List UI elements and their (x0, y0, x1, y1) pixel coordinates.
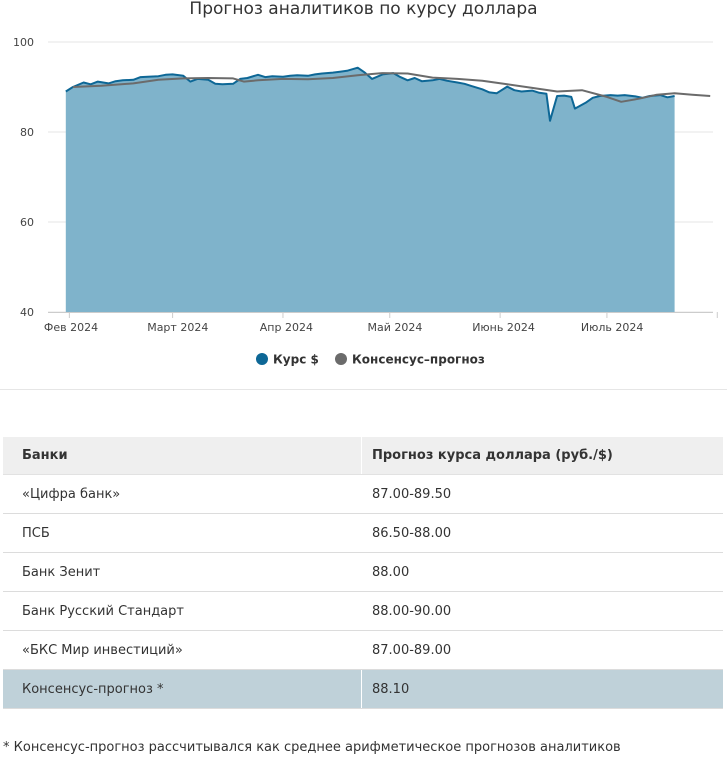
chart-svg: 40 60 80 100 Фев 2024 Март 2024 Апр 2024 Май 2… (13, 36, 718, 367)
legend-marker (335, 353, 347, 365)
legend-marker (256, 353, 268, 365)
x-tick-label: Май 2024 (368, 321, 423, 334)
table-row: Банк Зенит 88.00 (3, 552, 723, 592)
table-row: ПСБ 86.50-88.00 (3, 513, 723, 553)
bank-name: «Цифра банк» (3, 474, 362, 514)
table-row: Банк Русский Стандарт 88.00-90.00 (3, 591, 723, 631)
legend-label: Курс $ (273, 353, 319, 367)
x-tick-label: Фев 2024 (44, 321, 98, 334)
y-tick-label: 80 (20, 126, 34, 139)
bank-forecast: 87.00-89.00 (361, 630, 723, 670)
x-axis: Фев 2024 Март 2024 Апр 2024 Май 2024 Июнь 20… (44, 312, 718, 334)
bank-name: ПСБ (3, 513, 362, 553)
table-header-row: Банки Прогноз курса доллара (руб./$) (3, 437, 723, 475)
x-tick-label: Март 2024 (147, 321, 208, 334)
bank-name: «БКС Мир инвестиций» (3, 630, 362, 670)
consensus-row: Консенсус-прогноз * 88.10 (3, 669, 723, 709)
bank-forecast: 88.00 (361, 552, 723, 592)
table-row: «БКС Мир инвестиций» 87.00-89.00 (3, 630, 723, 670)
header-forecast: Прогноз курса доллара (руб./$) (361, 437, 723, 475)
bank-name: Банк Зенит (3, 552, 362, 592)
bank-forecast: 87.00-89.50 (361, 474, 723, 514)
bank-forecast: 86.50-88.00 (361, 513, 723, 553)
legend: Курс $ Консенсус–прогноз (256, 353, 485, 367)
bank-name: Консенсус-прогноз * (3, 669, 362, 709)
bank-forecast-table: Банки Прогноз курса доллара (руб./$) «Ци… (3, 437, 723, 709)
y-axis-ticks: 40 60 80 100 (13, 36, 34, 319)
x-tick-label: Июнь 2024 (472, 321, 535, 334)
x-tick-label: Апр 2024 (260, 321, 313, 334)
y-tick-label: 100 (13, 36, 34, 49)
x-tick-label: Июль 2024 (581, 321, 644, 334)
bank-forecast: 88.00-90.00 (361, 591, 723, 631)
legend-label: Консенсус–прогноз (352, 353, 485, 367)
table-row: «Цифра банк» 87.00-89.50 (3, 474, 723, 514)
chart-title: Прогноз аналитиков по курсу доллара (189, 0, 538, 19)
y-tick-label: 60 (20, 216, 34, 229)
rate-area (65, 66, 675, 312)
footnote: * Консенсус-прогноз рассчитывался как ср… (3, 740, 621, 755)
bank-forecast: 88.10 (361, 669, 723, 709)
divider (0, 389, 727, 390)
y-tick-label: 40 (20, 306, 34, 319)
header-banks: Банки (3, 437, 362, 475)
bank-name: Банк Русский Стандарт (3, 591, 362, 631)
